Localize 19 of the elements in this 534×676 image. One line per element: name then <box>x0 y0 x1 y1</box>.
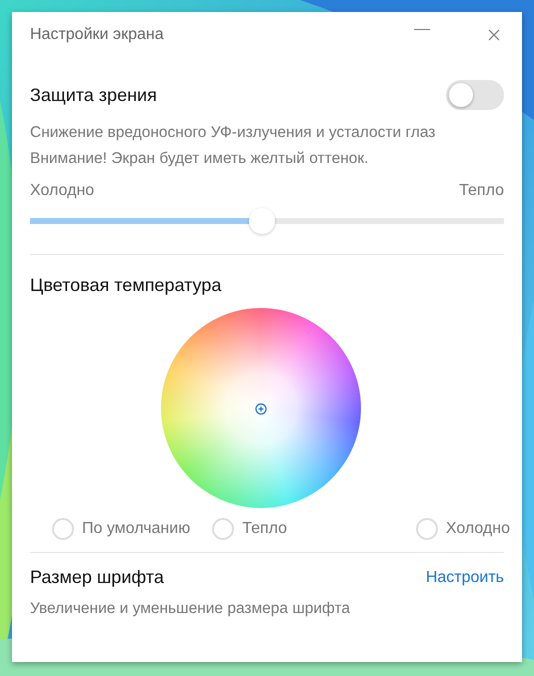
description-text: Внимание! Экран будет иметь желтый оттенок. <box>30 149 370 169</box>
radio-option[interactable]: Холодно <box>416 518 510 540</box>
description-text: Снижение вредоносного УФ-излучения и усталости глаз <box>30 123 436 143</box>
section-title: Цветовая температура <box>30 275 222 296</box>
slider-label: Холодно <box>30 182 94 200</box>
description-text: Увеличение и уменьшение размера шрифта <box>30 599 352 619</box>
minimize-icon[interactable] <box>414 28 430 30</box>
slider-thumb[interactable] <box>249 208 276 234</box>
window-title: Настройки экрана <box>30 26 165 44</box>
toggle-switch[interactable] <box>446 80 504 110</box>
radio-option[interactable]: Тепло <box>212 518 288 540</box>
section-title: Размер шрифта <box>30 567 164 588</box>
section-title: Защита зрения <box>30 84 157 106</box>
slider-track[interactable] <box>30 208 504 234</box>
close-icon[interactable] <box>488 29 500 41</box>
customize-link[interactable]: Настроить <box>426 568 504 586</box>
radio-option[interactable]: По умолчанию <box>52 518 190 540</box>
crosshair-icon <box>255 402 267 414</box>
slider-label: Тепло <box>459 182 504 200</box>
